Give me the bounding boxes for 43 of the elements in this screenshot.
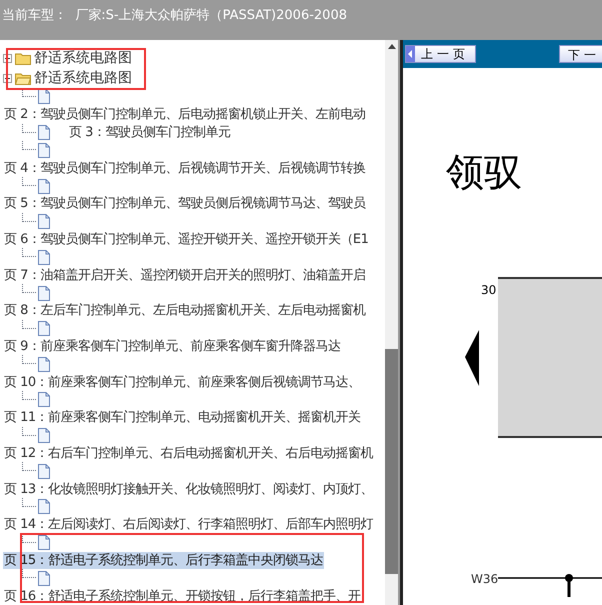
- document-icon: [38, 392, 50, 408]
- open-folder-icon: [15, 72, 31, 84]
- previous-page-button[interactable]: 上一页: [405, 45, 476, 63]
- document-icon: [38, 142, 50, 158]
- scrollbar-thumb[interactable]: [385, 349, 398, 574]
- document-icon: [38, 570, 50, 586]
- document-icon: [38, 428, 50, 444]
- document-icon: [38, 321, 50, 336]
- tree-item[interactable]: 页 13：化妆镜照明灯接触开关、化妆镜照明灯、阅读灯、内顶灯、: [3, 480, 374, 498]
- diagram-title: 领驭: [446, 153, 522, 191]
- tree-item[interactable]: 页 10：前座乘客侧车门控制单元、前座乘客侧后视镜调节马达、: [3, 374, 362, 391]
- folder-icon: [15, 52, 31, 64]
- tree-item[interactable]: 页 4：驾驶员侧车门控制单元、后视镜调节开关、后视镜调节转换: [3, 160, 366, 177]
- tree-item[interactable]: 页 6：驾驶员侧车门控制单元、遥控开锁开关、遥控开锁开关（E1: [3, 231, 370, 248]
- document-icon: [38, 499, 50, 514]
- tree-item[interactable]: 页 11：前座乘客侧车门控制单元、电动摇窗机开关、摇窗机开关: [3, 409, 362, 426]
- document-icon: [38, 125, 50, 140]
- folder-label[interactable]: 舒适系统电路图: [34, 48, 132, 68]
- window-title: 当前车型： 厂家:S-上海大众帕萨特（PASSAT)2006-2008: [2, 8, 347, 23]
- tree-item[interactable]: 页 7：油箱盖开启开关、遥控闭锁开启开关的照明灯、油箱盖开启: [3, 266, 366, 284]
- document-icon: [38, 178, 50, 194]
- tree-item[interactable]: 页 15：舒适电子系统控制单元、后行李箱盖中央闭锁马达: [3, 552, 324, 569]
- triangle-marker: [465, 330, 479, 386]
- tree-item[interactable]: 页 12：右后车门控制单元、右后电动摇窗机开关、右后电动摇窗机: [3, 444, 374, 462]
- next-page-button[interactable]: 下一: [559, 45, 602, 63]
- document-icon: [38, 464, 50, 479]
- document-icon: [38, 356, 50, 372]
- document-icon: [38, 535, 50, 550]
- document-icon: [38, 89, 50, 104]
- tree-item[interactable]: 页 2：驾驶员侧车门控制单元、后电动摇窗机锁止开关、左前电动: [3, 106, 366, 124]
- wire-label: W36: [471, 571, 498, 588]
- document-icon: [38, 214, 50, 230]
- tree-item[interactable]: 页 8：左后车门控制单元、左后电动摇窗机开关、左后电动摇窗机: [3, 302, 366, 320]
- scrollbar[interactable]: [385, 40, 398, 605]
- wire-label: 30: [481, 282, 496, 299]
- scroll-up-icon[interactable]: [388, 44, 396, 49]
- tree-item[interactable]: 页 5：驾驶员侧车门控制单元、驾驶员侧后视镜调节马达、驾驶员: [3, 195, 366, 212]
- document-icon: [38, 286, 50, 301]
- tree-item[interactable]: 页 14：左后阅读灯、右后阅读灯、行李箱照明灯、后部车内照明灯: [3, 516, 374, 534]
- tree-item[interactable]: 页 9：前座乘客侧车门控制单元、前座乘客侧车窗升降器马达: [3, 338, 342, 355]
- document-icon: [38, 250, 50, 265]
- tree-item[interactable]: 页 3：驾驶员侧车门控制单元: [68, 124, 232, 142]
- folder-label[interactable]: 舒适系统电路图: [34, 68, 132, 88]
